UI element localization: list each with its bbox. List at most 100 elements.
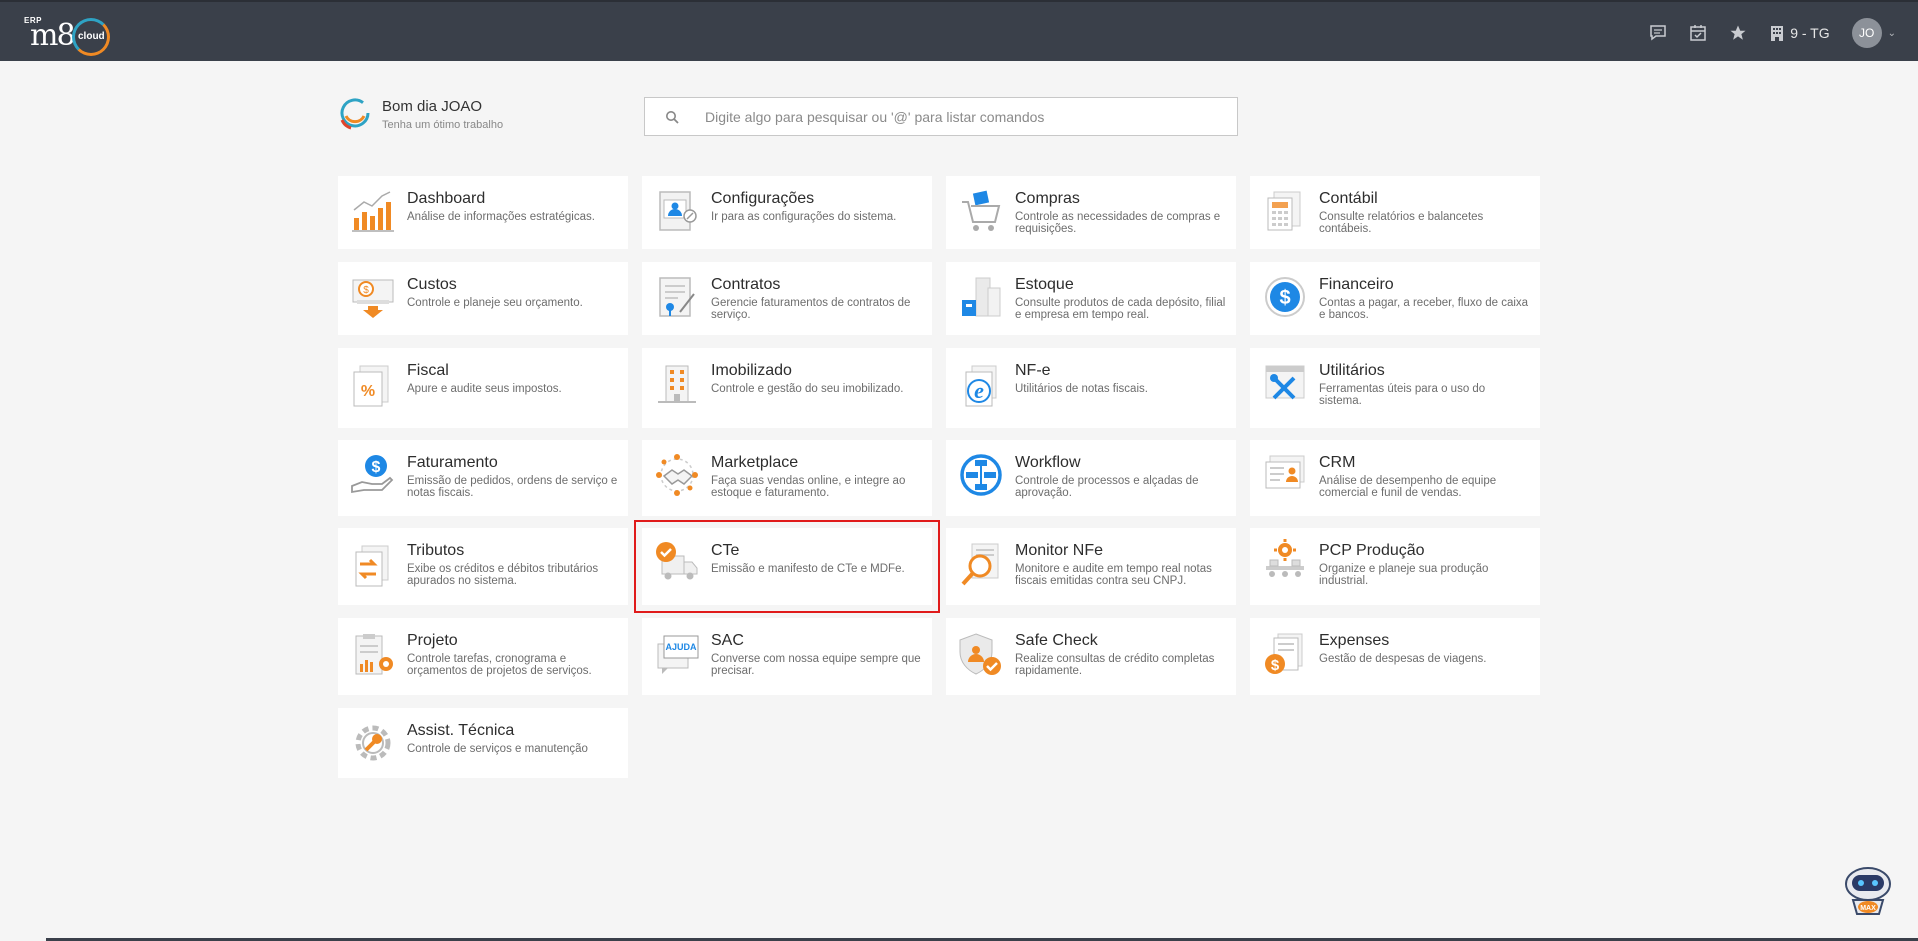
company-label: 9 - TG bbox=[1790, 25, 1830, 41]
module-card-custos[interactable]: $ Custos Controle e planeje seu orçament… bbox=[338, 262, 628, 335]
module-description: Análise de desempenho de equipe comercia… bbox=[1319, 475, 1497, 499]
module-description: Controle as necessidades de compras e re… bbox=[1015, 211, 1221, 235]
tools-icon bbox=[1265, 365, 1305, 400]
production-gear-icon bbox=[1266, 539, 1304, 577]
module-card-financeiro[interactable]: $ Financeiro Contas a pagar, a receber, … bbox=[1250, 262, 1540, 335]
module-description: Controle e planeje seu orçamento. bbox=[407, 297, 583, 309]
search-icon bbox=[666, 110, 679, 124]
module-card-nfe[interactable]: e NF-e Utilitários de notas fiscais. bbox=[946, 348, 1236, 428]
help-chat-icon: AJUDA bbox=[657, 635, 699, 674]
settings-profile-icon bbox=[659, 191, 697, 231]
module-card-imobilizado[interactable]: Imobilizado Controle e gestão do seu imo… bbox=[642, 348, 932, 428]
wrench-gear-icon bbox=[355, 725, 391, 761]
module-description: Utilitários de notas fiscais. bbox=[1015, 383, 1148, 395]
assistant-bot-button[interactable]: MAX bbox=[1839, 862, 1897, 920]
module-title: Tributos bbox=[407, 542, 465, 559]
module-description: Emissão e manifesto de CTe e MDFe. bbox=[711, 563, 905, 575]
expense-receipt-icon: $ bbox=[1265, 633, 1303, 674]
truck-check-icon bbox=[656, 542, 698, 580]
module-card-compras[interactable]: Compras Controle as necessidades de comp… bbox=[946, 176, 1236, 249]
module-card-contratos[interactable]: Contratos Gerencie faturamentos de contr… bbox=[642, 262, 932, 335]
search-input[interactable] bbox=[705, 108, 1205, 125]
dollar-circle-icon: $ bbox=[1265, 277, 1305, 317]
module-description: Apure e audite seus impostos. bbox=[407, 383, 562, 395]
magnifier-document-icon bbox=[961, 543, 999, 586]
company-selector[interactable]: 9 - TG bbox=[1770, 25, 1830, 41]
module-title: Custos bbox=[407, 276, 457, 293]
module-description: Controle e gestão do seu imobilizado. bbox=[711, 383, 904, 395]
module-description: Exibe os créditos e débitos tributários … bbox=[407, 563, 599, 587]
module-card-monitor-nfe[interactable]: Monitor NFe Monitore e audite em tempo r… bbox=[946, 528, 1236, 605]
module-description: Controle tarefas, cronograma e orçamento… bbox=[407, 653, 592, 677]
svg-text:$: $ bbox=[1279, 287, 1290, 309]
module-card-assist-tecnica[interactable]: Assist. Técnica Controle de serviços e m… bbox=[338, 708, 628, 778]
star-icon[interactable] bbox=[1728, 23, 1748, 43]
module-card-estoque[interactable]: Estoque Consulte produtos de cada depósi… bbox=[946, 262, 1236, 335]
module-title: Fiscal bbox=[407, 362, 449, 379]
module-title: Assist. Técnica bbox=[407, 722, 515, 739]
module-description: Contas a pagar, a receber, fluxo de caix… bbox=[1319, 297, 1529, 321]
svg-text:$: $ bbox=[372, 459, 381, 476]
module-card-sac[interactable]: AJUDA SAC Converse com nossa equipe semp… bbox=[642, 618, 932, 695]
svg-text:e: e bbox=[974, 378, 984, 403]
module-title: Projeto bbox=[407, 632, 458, 649]
module-description: Gerencie faturamentos de contratos de se… bbox=[711, 297, 911, 321]
module-title: NF-e bbox=[1015, 362, 1051, 379]
module-description: Ir para as configurações do sistema. bbox=[711, 211, 897, 223]
module-card-tributos[interactable]: Tributos Exibe os créditos e débitos tri… bbox=[338, 528, 628, 605]
module-title: Compras bbox=[1015, 190, 1080, 207]
module-title: Imobilizado bbox=[711, 362, 792, 379]
module-card-configuracoes[interactable]: Configurações Ir para as configurações d… bbox=[642, 176, 932, 249]
module-card-marketplace[interactable]: Marketplace Faça suas vendas online, e i… bbox=[642, 440, 932, 516]
top-navbar: ERP m8 cloud 9 - TG JO ⌄ bbox=[0, 0, 1918, 61]
command-search bbox=[644, 97, 1238, 136]
module-description: Análise de informações estratégicas. bbox=[407, 211, 595, 223]
billing-hand-icon: $ bbox=[351, 455, 394, 494]
module-card-projeto[interactable]: Projeto Controle tarefas, cronograma e o… bbox=[338, 618, 628, 695]
module-title: SAC bbox=[711, 632, 744, 649]
module-description: Emissão de pedidos, ordens de serviço e … bbox=[407, 475, 618, 499]
module-card-safe-check[interactable]: Safe Check Realize consultas de crédito … bbox=[946, 618, 1236, 695]
module-card-workflow[interactable]: Workflow Controle de processos e alçadas… bbox=[946, 440, 1236, 516]
logo-brand-text: m8 bbox=[30, 18, 76, 53]
module-card-faturamento[interactable]: $ Faturamento Emissão de pedidos, ordens… bbox=[338, 440, 628, 516]
svg-text:$: $ bbox=[363, 285, 369, 296]
module-description: Realize consultas de crédito completas r… bbox=[1015, 653, 1215, 677]
building-assets-icon bbox=[658, 365, 696, 403]
module-description: Consulte produtos de cada depósito, fili… bbox=[1015, 297, 1226, 321]
warehouse-boxes-icon bbox=[962, 277, 1001, 317]
module-title: Contratos bbox=[711, 276, 781, 293]
project-clipboard-icon bbox=[355, 634, 393, 675]
module-card-cte[interactable]: CTe Emissão e manifesto de CTe e MDFe. bbox=[634, 520, 940, 613]
money-cost-icon: $ bbox=[352, 279, 394, 318]
greeting-subtitle: Tenha um ótimo trabalho bbox=[382, 119, 504, 131]
module-card-contabil[interactable]: Contábil Consulte relatórios e balancete… bbox=[1250, 176, 1540, 249]
svg-text:%: % bbox=[361, 383, 375, 400]
module-card-pcp-producao[interactable]: PCP Produção Organize e planeje sua prod… bbox=[1250, 528, 1540, 605]
sac-help-badge: AJUDA bbox=[665, 642, 697, 652]
module-title: Configurações bbox=[711, 190, 815, 207]
chevron-down-icon[interactable]: ⌄ bbox=[1888, 28, 1896, 39]
app-logo[interactable]: ERP m8 cloud bbox=[22, 12, 112, 56]
module-description: Gestão de despesas de viagens. bbox=[1319, 653, 1487, 665]
user-avatar[interactable]: JO bbox=[1851, 18, 1882, 48]
module-title: Faturamento bbox=[407, 454, 498, 471]
module-description: Controle de processos e alçadas de aprov… bbox=[1015, 475, 1199, 499]
handshake-network-icon bbox=[656, 454, 698, 496]
calendar-check-icon[interactable] bbox=[1688, 23, 1708, 43]
module-title: Workflow bbox=[1015, 454, 1081, 471]
module-description: Faça suas vendas online, e integre ao es… bbox=[711, 475, 906, 499]
module-card-fiscal[interactable]: % Fiscal Apure e audite seus impostos. bbox=[338, 348, 628, 428]
module-title: PCP Produção bbox=[1319, 542, 1425, 559]
module-description: Monitore e audite em tempo real notas fi… bbox=[1015, 563, 1212, 587]
module-card-dashboard[interactable]: Dashboard Análise de informações estraté… bbox=[338, 176, 628, 249]
module-card-crm[interactable]: CRM Análise de desempenho de equipe come… bbox=[1250, 440, 1540, 516]
tax-percent-icon: % bbox=[353, 365, 389, 407]
module-card-utilitarios[interactable]: Utilitários Ferramentas úteis para o uso… bbox=[1250, 348, 1540, 428]
chat-icon[interactable] bbox=[1648, 23, 1668, 43]
tax-exchange-icon bbox=[355, 545, 389, 587]
module-card-expenses[interactable]: $ Expenses Gestão de despesas de viagens… bbox=[1250, 618, 1540, 695]
greeting-title: Bom dia JOAO bbox=[382, 98, 483, 115]
module-title: Financeiro bbox=[1319, 276, 1394, 293]
assistant-badge-label: MAX bbox=[1860, 905, 1876, 912]
